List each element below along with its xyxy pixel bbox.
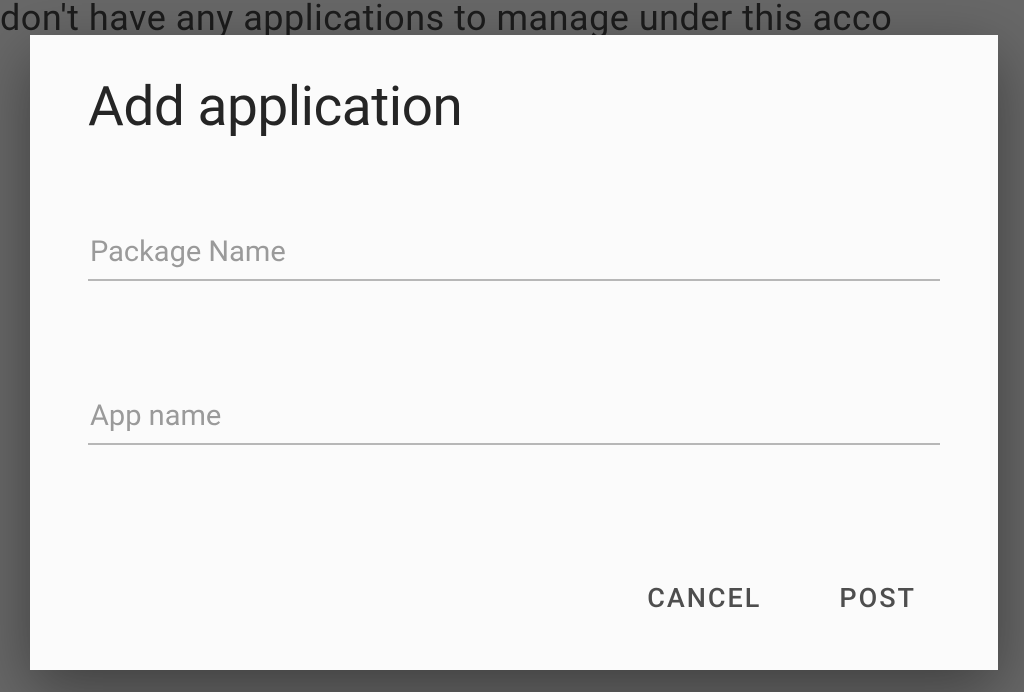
package-name-field-wrapper [88,229,940,281]
app-name-input[interactable] [88,393,940,445]
package-name-input[interactable] [88,229,940,281]
dialog-title: Add application [88,75,940,139]
add-application-dialog: Add application CANCEL POST [30,35,998,670]
app-name-field-wrapper [88,393,940,445]
dialog-actions: CANCEL POST [88,582,940,640]
cancel-button[interactable]: CANCEL [647,582,761,614]
post-button[interactable]: POST [839,582,916,614]
